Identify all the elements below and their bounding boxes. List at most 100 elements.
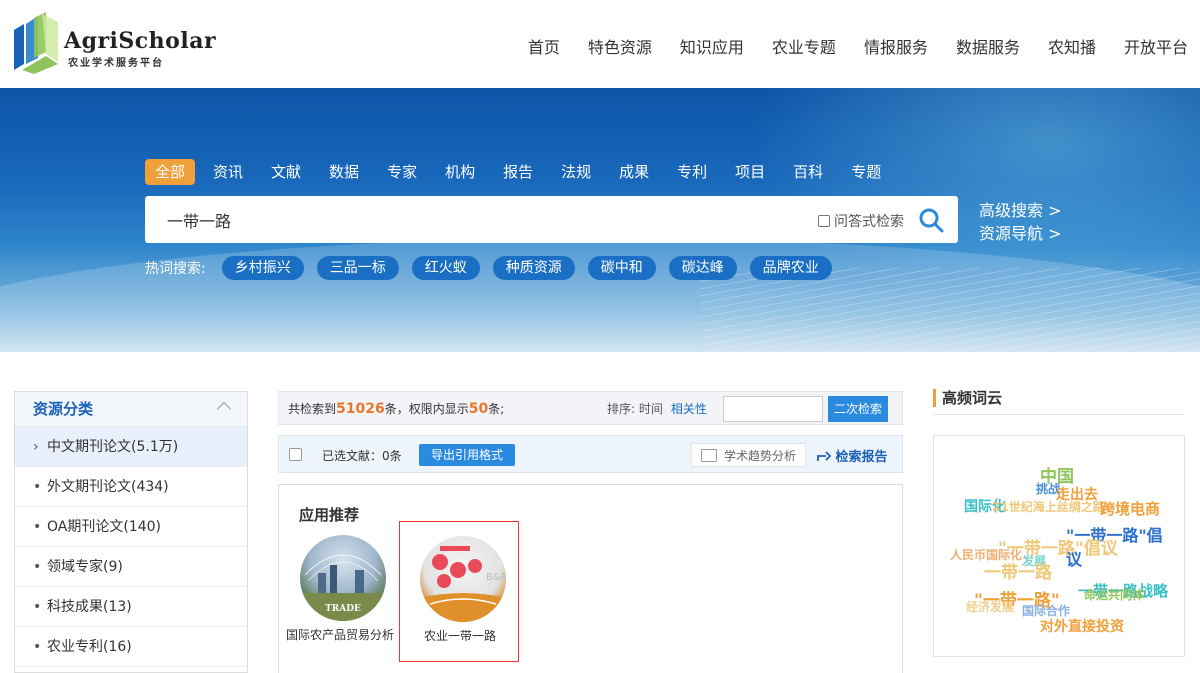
cloud-word[interactable]: 对外直接投资	[1040, 616, 1124, 636]
sort-by-relevance[interactable]: 相关性	[671, 402, 707, 416]
nav-home[interactable]: 首页	[528, 34, 560, 58]
app-card-belt-and-road[interactable]: B&R 农业一带一路	[399, 521, 519, 662]
sort-options: 排序: 时间 相关性	[607, 400, 707, 417]
nav-featured-resources[interactable]: 特色资源	[588, 34, 652, 58]
select-all-checkbox[interactable]	[289, 448, 302, 461]
search-category-tabs: 全部 资讯 文献 数据 专家 机构 报告 法规 成果 专利 项目 百科 专题	[145, 159, 899, 185]
selected-count: 已选文献：0条	[322, 449, 402, 463]
search-side-links: 高级搜索 > 资源导航 >	[979, 199, 1062, 245]
qa-search-toggle[interactable]: 问答式检索	[818, 211, 904, 231]
advanced-search-link[interactable]: 高级搜索 >	[979, 199, 1062, 222]
count-prefix: 共检索到	[288, 402, 337, 416]
app-card-trade-analysis[interactable]: TRADE 国际农产品贸易分析	[280, 521, 400, 662]
resource-nav-link[interactable]: 资源导航 >	[979, 222, 1062, 245]
hot-tag[interactable]: 三品一标	[316, 256, 399, 280]
sidebar-title: 资源分类	[33, 400, 94, 418]
selection-bar: 已选文献：0条 导出引用格式 学术趋势分析 检索报告	[278, 435, 903, 473]
sidebar-item-label: 农业专利(16)	[47, 639, 132, 655]
cloud-word[interactable]: 经济发展	[966, 598, 1014, 615]
hot-keywords: 热词搜索: 乡村振兴 三品一标 红火蚁 种质资源 碳中和 碳达峰 品牌农业	[145, 256, 845, 280]
tab-literature[interactable]: 文献	[261, 159, 311, 185]
hot-tag[interactable]: 碳中和	[587, 256, 656, 280]
cloud-word[interactable]: 议	[1066, 546, 1082, 570]
count-total: 51026	[336, 401, 385, 417]
cloud-word[interactable]: 命运共同体	[1084, 586, 1144, 603]
hot-tag[interactable]: 碳达峰	[668, 256, 737, 280]
hot-tag[interactable]: 乡村振兴	[221, 256, 304, 280]
trade-image: TRADE	[300, 535, 386, 621]
logo[interactable]: AgriScholar 农业学术服务平台	[12, 12, 216, 74]
tab-data[interactable]: 数据	[319, 159, 369, 185]
tab-regulations[interactable]: 法规	[551, 159, 601, 185]
sidebar-item-label: 科技成果(13)	[47, 599, 132, 615]
trend-analysis-label: 学术趋势分析	[724, 449, 797, 463]
sidebar-item-experts[interactable]: • 领域专家(9)	[15, 547, 247, 587]
tab-experts[interactable]: 专家	[377, 159, 427, 185]
nav-agri-broadcast[interactable]: 农知播	[1048, 34, 1096, 58]
tab-topics[interactable]: 专题	[841, 159, 891, 185]
sidebar-item-oa-journals[interactable]: • OA期刊论文(140)	[15, 507, 247, 547]
logo-subtitle: 农业学术服务平台	[68, 58, 164, 69]
tab-projects[interactable]: 项目	[725, 159, 775, 185]
chevron-up-icon[interactable]	[216, 401, 232, 417]
tab-encyclopedia[interactable]: 百科	[783, 159, 833, 185]
belt-road-illustration: B&R	[420, 546, 506, 622]
sidebar-item-achievements[interactable]: • 科技成果(13)	[15, 587, 247, 627]
trade-image-text: TRADE	[325, 604, 361, 614]
bullet-icon: •	[33, 519, 42, 535]
sidebar-item-chinese-journals[interactable]: › 中文期刊论文(5.1万)	[15, 427, 247, 467]
header: AgriScholar 农业学术服务平台 首页 特色资源 知识应用 农业专题 情…	[0, 0, 1200, 88]
sidebar-item-foreign-journals[interactable]: • 外文期刊论文(434)	[15, 467, 247, 507]
nav-data-services[interactable]: 数据服务	[956, 34, 1020, 58]
hot-tag[interactable]: 品牌农业	[749, 256, 832, 280]
belt-road-image: B&R	[420, 536, 506, 622]
wordcloud: 中国 挑战 走出去 国际化 21世纪海上丝绸之路 跨境电商 "一带一路"倡 "一…	[933, 435, 1185, 657]
nav-agri-topics[interactable]: 农业专题	[772, 34, 836, 58]
sidebar-item-label: 中文期刊论文(5.1万)	[47, 439, 179, 455]
nav-open-platform[interactable]: 开放平台	[1124, 34, 1188, 58]
trend-analysis-button[interactable]: 学术趋势分析	[691, 443, 806, 467]
sidebar-item-label: OA期刊论文(140)	[47, 519, 161, 535]
secondary-search-input[interactable]	[723, 396, 823, 422]
count-suffix: 条;	[488, 402, 505, 416]
app-card-label: 农业一带一路	[423, 629, 496, 643]
banner-lines	[700, 268, 1200, 352]
secondary-search-button[interactable]: 二次检索	[828, 396, 888, 422]
app-recommendations: 应用推荐 TRADE 国际农产品贸易分析 B&R 农业一带一路	[278, 484, 903, 673]
tab-institutions[interactable]: 机构	[435, 159, 485, 185]
tab-patents[interactable]: 专利	[667, 159, 717, 185]
bullet-icon: •	[33, 599, 42, 615]
tab-achievements[interactable]: 成果	[609, 159, 659, 185]
count-mid: 条，权限内显示	[384, 402, 469, 416]
search-input[interactable]	[167, 196, 767, 243]
search-icon[interactable]	[917, 206, 945, 234]
hot-tag[interactable]: 红火蚁	[411, 256, 480, 280]
sidebar-header[interactable]: 资源分类	[15, 392, 247, 427]
search-report-button[interactable]: 检索报告	[817, 446, 888, 465]
nav-knowledge-apps[interactable]: 知识应用	[680, 34, 744, 58]
sidebar-item-patents[interactable]: • 农业专利(16)	[15, 627, 247, 667]
app-card-label: 国际农产品贸易分析	[285, 628, 394, 642]
tab-news[interactable]: 资讯	[203, 159, 253, 185]
nav-intel-services[interactable]: 情报服务	[864, 34, 928, 58]
cloud-word[interactable]: 一带一路	[984, 558, 1052, 583]
belt-road-image-text: B&R	[486, 572, 506, 583]
count-shown: 50	[468, 401, 489, 417]
trade-illustration: TRADE	[300, 554, 386, 621]
hot-tag[interactable]: 种质资源	[492, 256, 575, 280]
logo-mark-icon	[14, 12, 58, 74]
tab-all[interactable]: 全部	[145, 159, 196, 185]
sort-by-time[interactable]: 排序: 时间	[607, 402, 663, 416]
bullet-icon: •	[33, 479, 42, 495]
export-citation-button[interactable]: 导出引用格式	[419, 444, 515, 466]
results-info-bar: 共检索到51026条，权限内显示50条; 排序: 时间 相关性 二次检索	[278, 391, 903, 425]
cloud-word[interactable]: 跨境电商	[1100, 498, 1160, 519]
qa-checkbox[interactable]	[818, 215, 830, 227]
chevron-right-icon: ›	[33, 439, 39, 455]
bullet-icon: •	[33, 639, 42, 655]
sidebar-item-label: 外文期刊论文(434)	[47, 479, 169, 495]
cloud-word[interactable]: 21世纪海上丝绸之路	[992, 498, 1105, 515]
search-report-label: 检索报告	[835, 450, 888, 465]
tab-reports[interactable]: 报告	[493, 159, 543, 185]
share-icon	[817, 451, 832, 461]
